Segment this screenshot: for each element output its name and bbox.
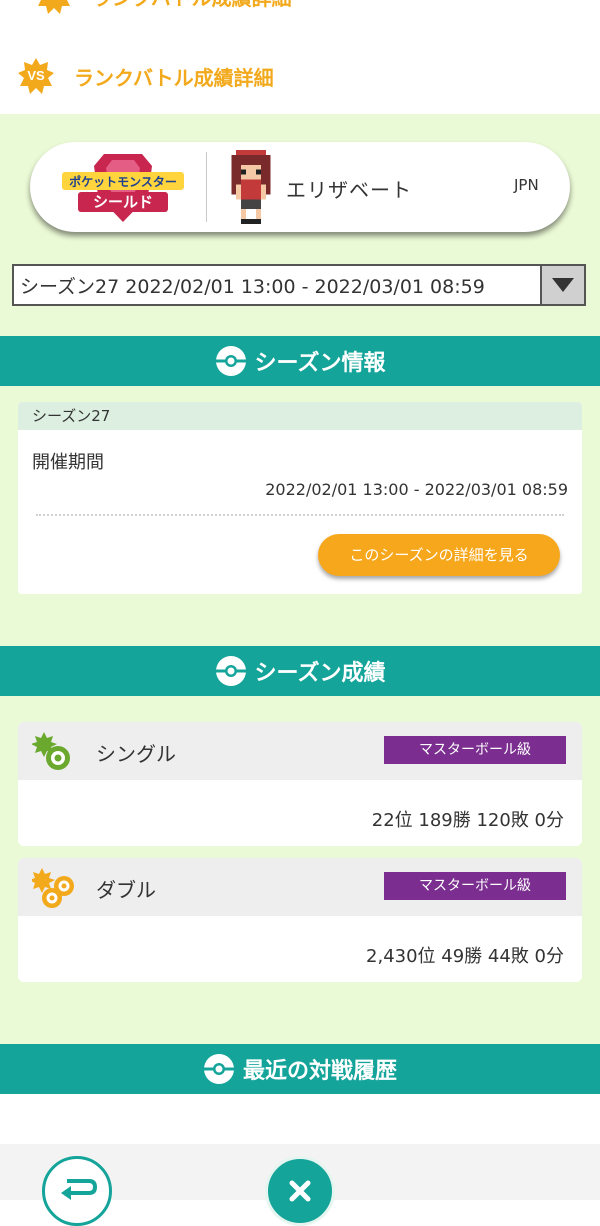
single-record-card[interactable]: シングル マスターボール級 22位 189勝 120敗 0分 bbox=[18, 722, 582, 846]
ghost-header-title: ランクバトル成績詳細 bbox=[92, 0, 292, 11]
season-results-header: シーズン成績 bbox=[0, 646, 600, 696]
back-arrow-icon bbox=[61, 1179, 98, 1200]
page-header: VS ランクバトル成績詳細 bbox=[0, 38, 600, 114]
season-name: シーズン27 bbox=[18, 402, 582, 430]
pokemon-shield-logo: ポケットモンスター シールド bbox=[62, 154, 184, 222]
pokeball-icon bbox=[203, 1054, 234, 1084]
trainer-card: ポケットモンスター シールド エリザベート JPN bbox=[30, 142, 570, 232]
trainer-region: JPN bbox=[514, 176, 539, 194]
season-info-title: シーズン情報 bbox=[254, 351, 386, 376]
period-value: 2022/02/01 13:00 - 2022/03/01 08:59 bbox=[265, 480, 568, 499]
recent-battles-header: 最近の対戦履歴 bbox=[0, 1044, 600, 1094]
double-record-stats: 2,430位 49勝 44敗 0分 bbox=[366, 946, 564, 967]
season-select[interactable]: シーズン27 2022/02/01 13:00 - 2022/03/01 08:… bbox=[12, 264, 586, 306]
close-icon bbox=[289, 1180, 311, 1202]
back-button[interactable] bbox=[42, 1156, 112, 1226]
triangle-down-icon bbox=[552, 278, 574, 292]
close-button[interactable] bbox=[265, 1156, 335, 1226]
game-logo-line2: シールド bbox=[93, 193, 153, 211]
dotted-divider bbox=[36, 514, 564, 516]
season-select-value: シーズン27 2022/02/01 13:00 - 2022/03/01 08:… bbox=[20, 275, 485, 298]
double-record-head: ダブル マスターボール級 bbox=[18, 858, 582, 916]
page-title: ランクバトル成績詳細 bbox=[74, 65, 274, 90]
trainer-avatar bbox=[231, 150, 271, 224]
pokeball-icon bbox=[215, 656, 246, 686]
recent-battles-area bbox=[0, 1094, 600, 1144]
vs-star-badge-icon: VS bbox=[18, 58, 54, 94]
vs-badge-text: VS bbox=[27, 68, 45, 83]
double-battle-icon bbox=[32, 868, 74, 908]
double-record-name: ダブル bbox=[96, 878, 156, 902]
season-results-title: シーズン成績 bbox=[254, 661, 386, 686]
season-detail-button[interactable]: このシーズンの詳細を見る bbox=[318, 534, 560, 576]
trainer-name: エリザベート bbox=[286, 178, 412, 202]
single-record-name: シングル bbox=[96, 742, 176, 766]
bottom-bar bbox=[0, 1144, 600, 1226]
single-battle-icon bbox=[32, 732, 70, 770]
period-label: 開催期間 bbox=[32, 452, 104, 473]
single-rank-badge: マスターボール級 bbox=[384, 736, 566, 764]
recent-battles-title: 最近の対戦履歴 bbox=[242, 1059, 397, 1084]
game-logo-line1: ポケットモンスター bbox=[69, 174, 177, 189]
pokeball-icon bbox=[215, 346, 246, 376]
double-record-card[interactable]: ダブル マスターボール級 2,430位 49勝 44敗 0分 bbox=[18, 858, 582, 982]
ghost-header: ランクバトル成績詳細 bbox=[0, 0, 600, 36]
trainer-area: ポケットモンスター シールド エリザベート JPN シーズン27 2022/02… bbox=[0, 114, 600, 336]
season-info-header: シーズン情報 bbox=[0, 336, 600, 386]
season-select-dropdown-button[interactable] bbox=[540, 266, 584, 304]
card-divider bbox=[206, 152, 207, 222]
single-record-head: シングル マスターボール級 bbox=[18, 722, 582, 780]
ghost-vs-badge-icon bbox=[36, 0, 72, 14]
season-info-card: シーズン27 開催期間 2022/02/01 13:00 - 2022/03/0… bbox=[18, 402, 582, 594]
single-record-stats: 22位 189勝 120敗 0分 bbox=[371, 810, 564, 831]
double-rank-badge: マスターボール級 bbox=[384, 872, 566, 900]
